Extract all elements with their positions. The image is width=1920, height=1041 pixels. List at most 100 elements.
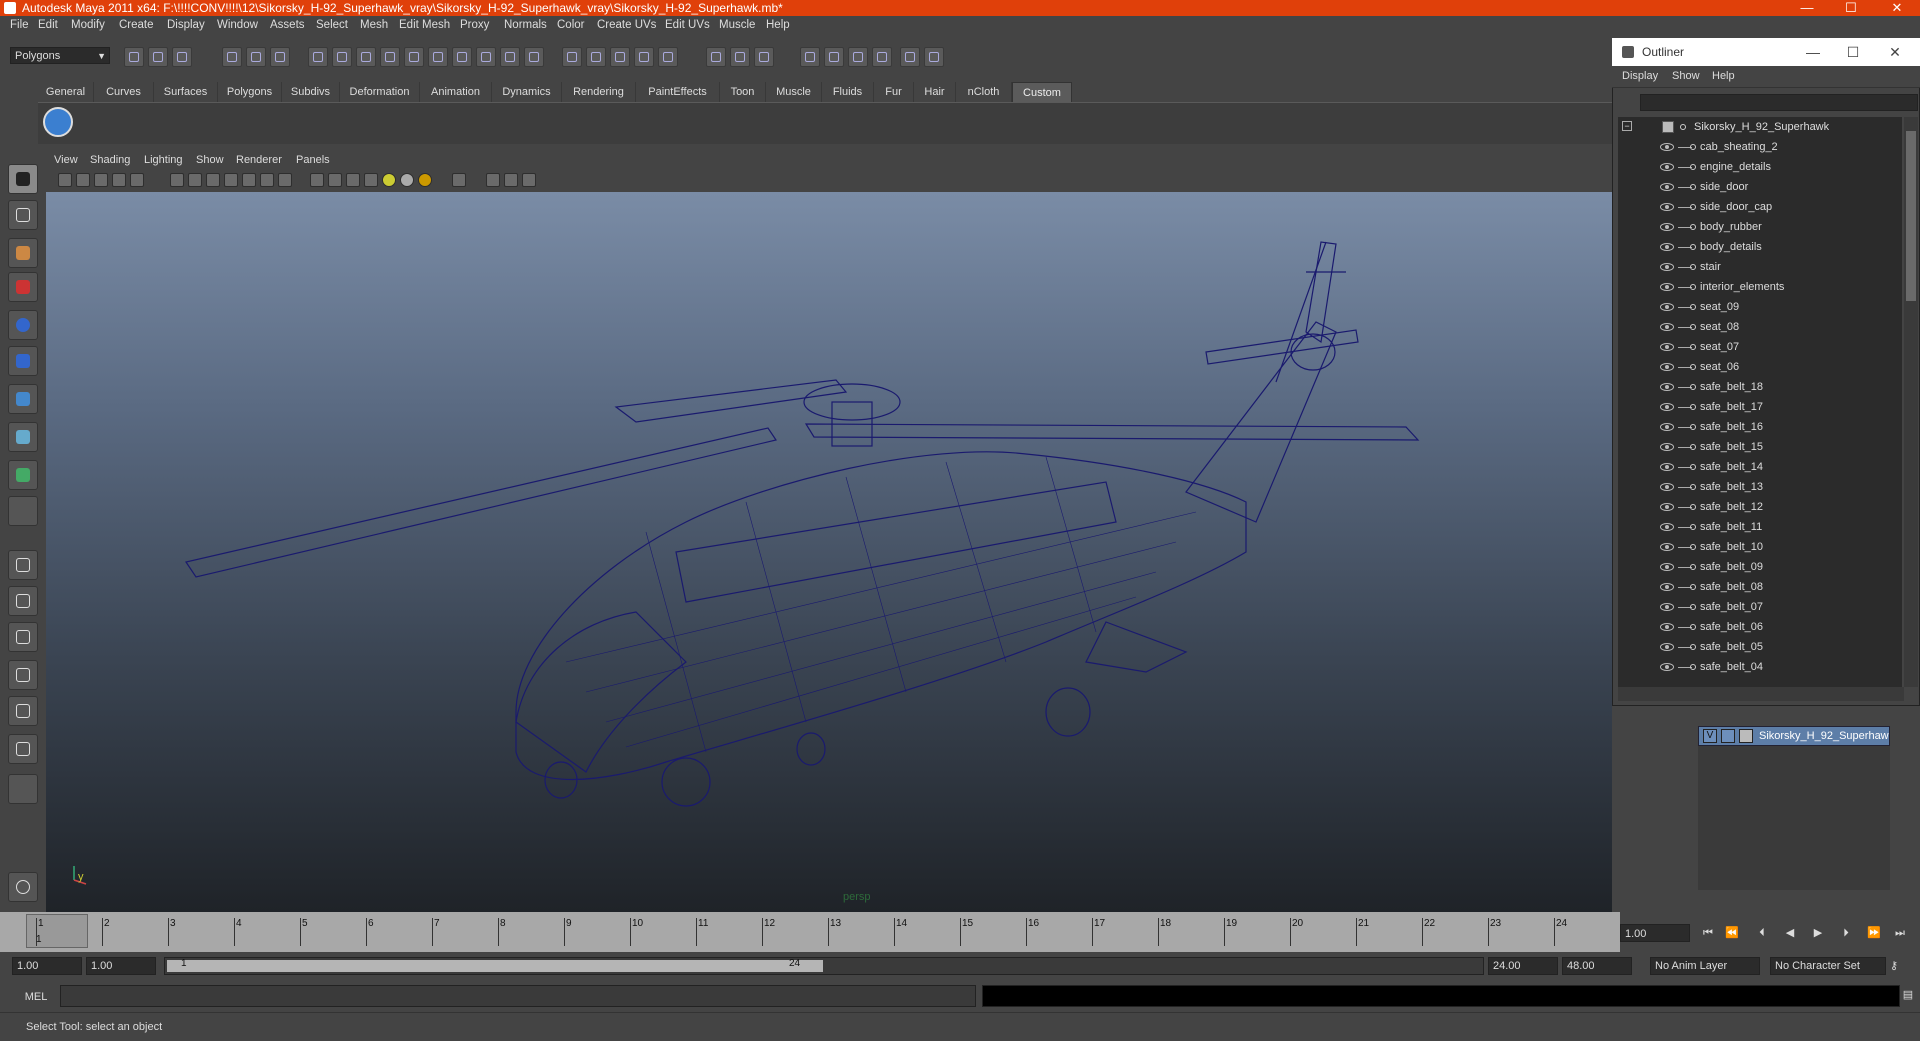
shadows-icon[interactable] bbox=[418, 173, 432, 187]
menu-create[interactable]: Create bbox=[119, 16, 154, 34]
input-ops-icon[interactable] bbox=[524, 47, 544, 67]
layer-visibility-toggle[interactable]: V bbox=[1703, 729, 1717, 743]
tab-subdivs[interactable]: Subdivs bbox=[282, 82, 340, 102]
viewport-menu-lighting[interactable]: Lighting bbox=[144, 154, 183, 166]
outliner-item[interactable]: cab_sheating_2 bbox=[1618, 137, 1902, 157]
close-button[interactable]: ✕ bbox=[1880, 0, 1914, 16]
image-plane-icon[interactable] bbox=[112, 173, 126, 187]
current-time-field[interactable]: 1.00 bbox=[1620, 924, 1690, 942]
maximize-button[interactable]: ☐ bbox=[1834, 0, 1868, 16]
layout-four-pane-icon[interactable] bbox=[8, 586, 38, 616]
layout-single-pane-icon[interactable] bbox=[8, 550, 38, 580]
save-scene-icon[interactable] bbox=[172, 47, 192, 67]
backface-icon[interactable] bbox=[522, 173, 536, 187]
resolution-gate-icon[interactable] bbox=[188, 173, 202, 187]
menu-file[interactable]: File bbox=[10, 16, 29, 34]
xray-joints-icon[interactable] bbox=[504, 173, 518, 187]
tab-muscle[interactable]: Muscle bbox=[766, 82, 822, 102]
layer-color-icon[interactable] bbox=[1739, 729, 1753, 743]
outliner-item[interactable]: stair bbox=[1618, 257, 1902, 277]
outliner-item[interactable]: safe_belt_05 bbox=[1618, 637, 1902, 657]
menu-set-dropdown[interactable]: Polygons ▼ bbox=[10, 47, 110, 64]
script-editor-icon[interactable]: ▤ bbox=[1898, 986, 1918, 1004]
minimize-button[interactable]: — bbox=[1790, 0, 1824, 16]
tab-toon[interactable]: Toon bbox=[720, 82, 766, 102]
menu-color[interactable]: Color bbox=[557, 16, 584, 34]
outliner-item[interactable]: safe_belt_16 bbox=[1618, 417, 1902, 437]
grid-toggle-icon[interactable] bbox=[130, 173, 144, 187]
play-backwards-icon[interactable]: ◀ bbox=[1780, 924, 1800, 942]
render-frame-icon[interactable] bbox=[562, 47, 582, 67]
display-layer-row[interactable]: V Sikorsky_H_92_Superhaw bbox=[1698, 726, 1890, 746]
range-slider-handle[interactable] bbox=[167, 960, 823, 972]
menu-display[interactable]: Display bbox=[167, 16, 205, 34]
outliner-item[interactable]: safe_belt_13 bbox=[1618, 477, 1902, 497]
menu-normals[interactable]: Normals bbox=[504, 16, 547, 34]
checkmark-shelf-icon[interactable] bbox=[43, 107, 73, 137]
layout-single-icon[interactable] bbox=[800, 47, 820, 67]
outliner-filter-input[interactable] bbox=[1640, 94, 1918, 111]
render-settings-icon[interactable] bbox=[610, 47, 630, 67]
scrollbar-thumb[interactable] bbox=[1906, 131, 1916, 301]
step-back-frame-icon[interactable]: ⏴ bbox=[1752, 924, 1772, 942]
construction-icon[interactable] bbox=[500, 47, 520, 67]
tab-deformation[interactable]: Deformation bbox=[340, 82, 420, 102]
outliner-item[interactable]: safe_belt_14 bbox=[1618, 457, 1902, 477]
ipr-render-icon[interactable] bbox=[586, 47, 606, 67]
show-manipulator-icon[interactable] bbox=[8, 460, 38, 490]
layout-graph-pane-icon[interactable] bbox=[8, 660, 38, 690]
outliner-root-item[interactable]: − Sikorsky_H_92_Superhawk bbox=[1618, 117, 1902, 137]
outliner-item[interactable]: side_door bbox=[1618, 177, 1902, 197]
menu-modify[interactable]: Modify bbox=[71, 16, 105, 34]
rotate-tool-icon[interactable] bbox=[8, 310, 38, 340]
safe-action-icon[interactable] bbox=[242, 173, 256, 187]
universal-manipulator-icon[interactable] bbox=[8, 384, 38, 414]
menu-window[interactable]: Window bbox=[217, 16, 258, 34]
xray-icon[interactable] bbox=[486, 173, 500, 187]
paint-select-tool-icon[interactable] bbox=[8, 238, 38, 268]
camera-select-icon[interactable] bbox=[58, 173, 72, 187]
viewport-menu-shading[interactable]: Shading bbox=[90, 154, 130, 166]
outliner-item[interactable]: interior_elements bbox=[1618, 277, 1902, 297]
outliner-item[interactable]: side_door_cap bbox=[1618, 197, 1902, 217]
menu-edit-mesh[interactable]: Edit Mesh bbox=[399, 16, 450, 34]
all-lights-icon[interactable] bbox=[400, 173, 414, 187]
outliner-minimize-button[interactable]: — bbox=[1798, 38, 1828, 66]
outliner-menu-help[interactable]: Help bbox=[1712, 70, 1735, 82]
character-set-dropdown[interactable]: No Character Set bbox=[1770, 957, 1886, 975]
viewport-menu-panels[interactable]: Panels bbox=[296, 154, 330, 166]
outliner-item[interactable]: seat_07 bbox=[1618, 337, 1902, 357]
select-tool-icon[interactable] bbox=[8, 164, 38, 194]
scale-tool-icon[interactable] bbox=[8, 346, 38, 376]
history-icon[interactable] bbox=[452, 47, 472, 67]
open-scene-icon[interactable] bbox=[148, 47, 168, 67]
step-forward-key-icon[interactable]: ⏩ bbox=[1864, 924, 1884, 942]
tab-dynamics[interactable]: Dynamics bbox=[492, 82, 562, 102]
outliner-item[interactable]: safe_belt_09 bbox=[1618, 557, 1902, 577]
film-gate-icon[interactable] bbox=[170, 173, 184, 187]
outliner-item[interactable]: seat_08 bbox=[1618, 317, 1902, 337]
outliner-item[interactable]: safe_belt_07 bbox=[1618, 597, 1902, 617]
menu-mesh[interactable]: Mesh bbox=[360, 16, 388, 34]
step-back-key-icon[interactable]: ⏪ bbox=[1722, 924, 1742, 942]
go-to-start-icon[interactable]: ⏮ bbox=[1698, 924, 1718, 942]
textured-icon[interactable] bbox=[364, 173, 378, 187]
render-view-icon[interactable] bbox=[658, 47, 678, 67]
wireframe-on-shaded-icon[interactable] bbox=[346, 173, 360, 187]
snap-live-icon[interactable] bbox=[428, 47, 448, 67]
menu-edit-uvs[interactable]: Edit UVs bbox=[665, 16, 710, 34]
layout-hypershade-icon[interactable] bbox=[924, 47, 944, 67]
tool-settings-icon[interactable] bbox=[754, 47, 774, 67]
tab-painteffects[interactable]: PaintEffects bbox=[636, 82, 720, 102]
default-light-icon[interactable] bbox=[382, 173, 396, 187]
lasso-tool-icon[interactable] bbox=[8, 200, 38, 230]
outliner-item[interactable]: safe_belt_06 bbox=[1618, 617, 1902, 637]
menu-proxy[interactable]: Proxy bbox=[460, 16, 489, 34]
layout-outliner-pane-icon[interactable] bbox=[8, 622, 38, 652]
wireframe-icon[interactable] bbox=[310, 173, 324, 187]
menu-select[interactable]: Select bbox=[316, 16, 348, 34]
text-hud-icon[interactable] bbox=[278, 173, 292, 187]
snap-plane-icon[interactable] bbox=[404, 47, 424, 67]
tab-custom[interactable]: Custom bbox=[1012, 82, 1072, 102]
outliner-item[interactable]: body_rubber bbox=[1618, 217, 1902, 237]
